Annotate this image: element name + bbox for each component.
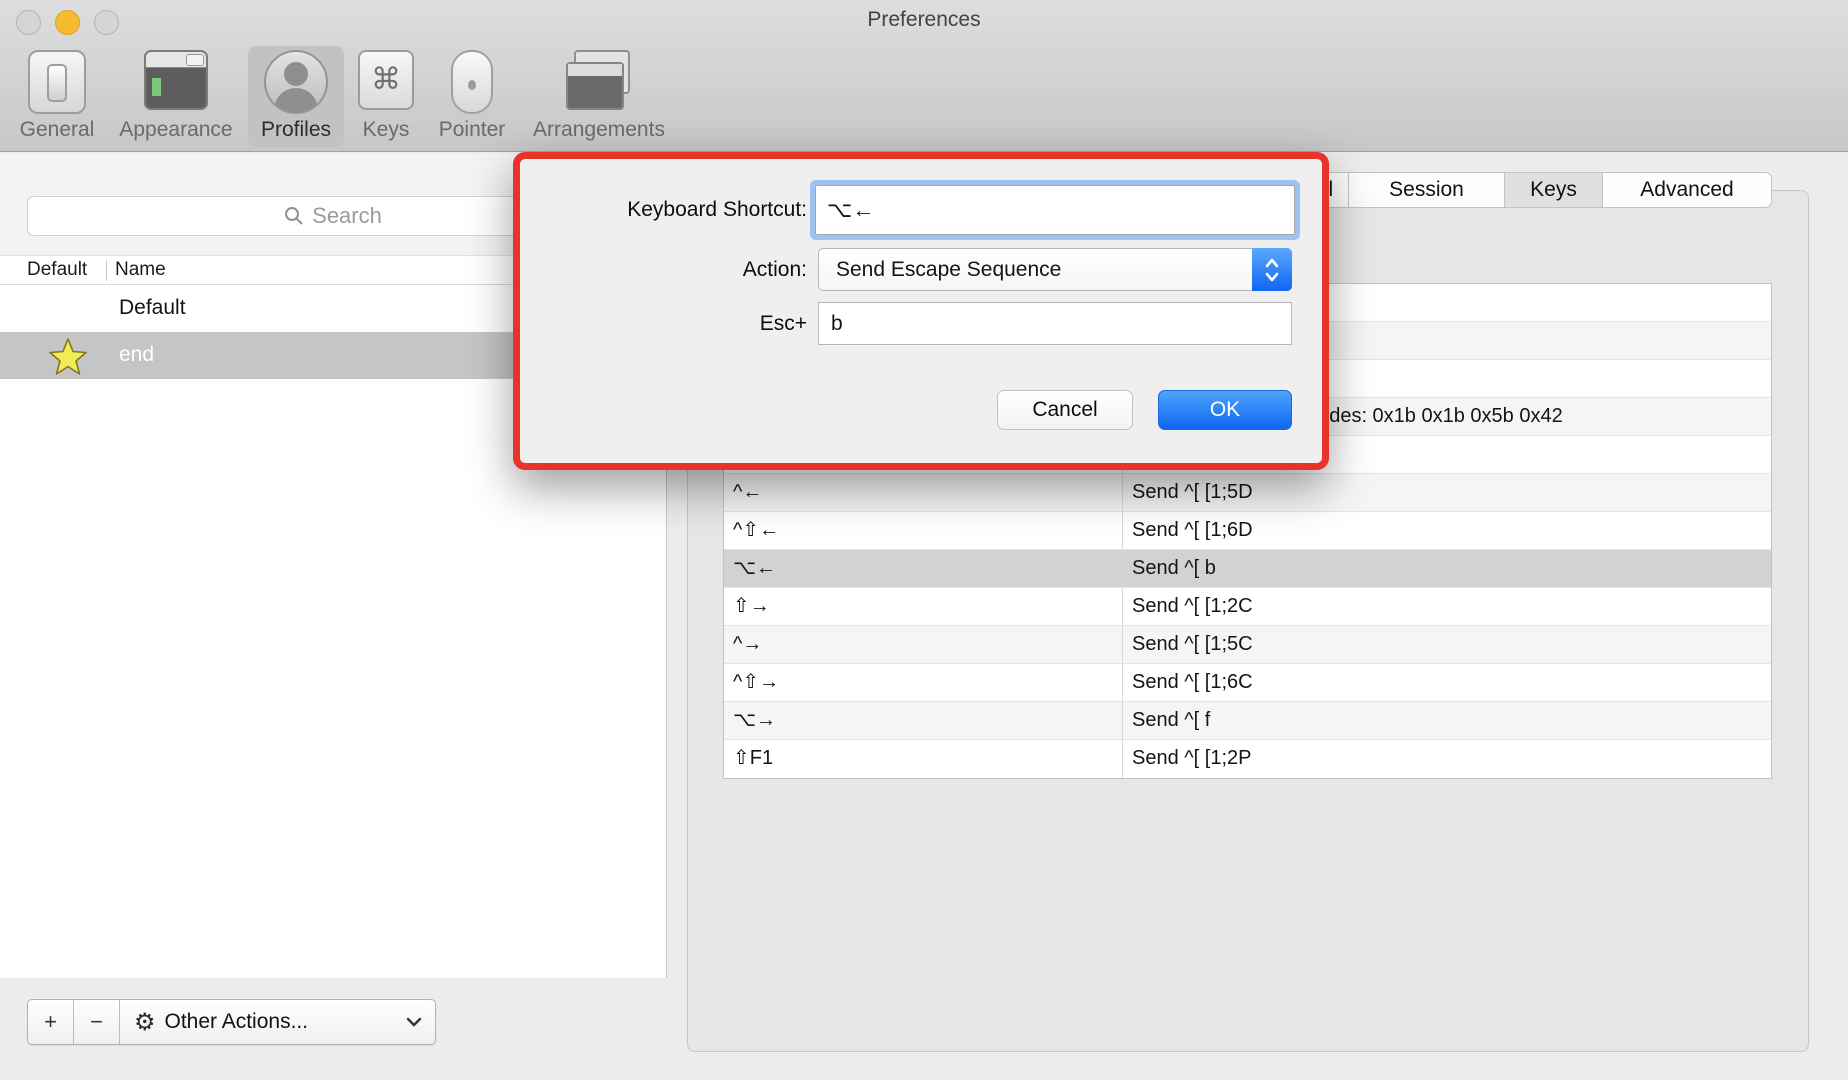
search-placeholder: Search [312,203,382,229]
action-cell: Send ^[ [1;2C [1123,588,1771,625]
table-row[interactable]: ^⇧← Send ^[ [1;6D [724,512,1771,550]
action-select[interactable]: Send Escape Sequence [818,248,1292,291]
tab-keys[interactable]: Keys [1504,172,1603,208]
tab-session[interactable]: Session [1348,172,1505,208]
cancel-button[interactable]: Cancel [997,390,1133,430]
remove-profile-button[interactable]: − [74,1000,120,1044]
action-cell: Send ^[ [1;5C [1123,626,1771,663]
key-combination-cell: ⌥→ [724,702,1123,739]
table-row[interactable]: ⇧→ Send ^[ [1;2C [724,588,1771,626]
column-name[interactable]: Name [115,259,166,281]
general-icon [28,50,86,114]
key-combination-cell: ^⇧→ [724,664,1123,701]
table-row[interactable]: ⌥→ Send ^[ f [724,702,1771,740]
chevron-down-icon [406,1017,422,1027]
table-row[interactable]: ^← Send ^[ [1;5D [724,474,1771,512]
key-combination-cell: ⇧F1 [724,740,1123,778]
column-default[interactable]: Default [27,259,87,281]
key-combination-cell: ⇧→ [724,588,1123,625]
action-cell: Send ^[ b [1123,550,1771,587]
key-combination-cell: ^⇧← [724,512,1123,549]
gear-icon: ⚙ [134,1008,156,1037]
action-label: Action: [520,248,807,291]
tab-advanced[interactable]: Advanced [1602,172,1772,208]
esc-sequence-input[interactable]: b [818,302,1292,345]
add-profile-button[interactable]: + [28,1000,74,1044]
table-row[interactable]: ⇧F1 Send ^[ [1;2P [724,740,1771,778]
other-actions-menu[interactable]: ⚙ Other Actions... [120,1000,435,1044]
key-combination-cell: ^← [724,474,1123,511]
keyboard-shortcut-input[interactable]: ⌥← [815,185,1295,235]
default-star-icon [48,336,88,382]
action-cell: Send ^[ [1;6D [1123,512,1771,549]
stepper-arrows-icon [1252,248,1292,291]
ok-button[interactable]: OK [1158,390,1292,430]
pointer-icon [451,50,493,114]
key-combination-cell: ^→ [724,626,1123,663]
table-row[interactable]: ⌥← Send ^[ b [724,550,1771,588]
search-icon [284,206,304,226]
action-cell: Send ^[ f [1123,702,1771,739]
key-combination-cell: ⌥← [724,550,1123,587]
window-title: Preferences [0,8,1848,32]
table-row[interactable]: ^→ Send ^[ [1;5C [724,626,1771,664]
profile-actions-control: + − ⚙ Other Actions... [27,999,436,1045]
action-cell: Send ^[ [1;6C [1123,664,1771,701]
arrangements-icon [566,50,632,112]
esc-label: Esc+ [520,302,807,345]
action-cell: Send ^[ [1;2P [1123,740,1771,778]
keyboard-shortcut-label: Keyboard Shortcut: [520,185,807,235]
action-cell: Send ^[ [1;5D [1123,474,1771,511]
toolbar-item-arrangements[interactable]: Arrangements [524,48,674,148]
appearance-icon [144,50,208,110]
keyboard-shortcut-dialog: Keyboard Shortcut: ⌥← Action: Send Escap… [513,152,1329,470]
table-row[interactable]: ^⇧→ Send ^[ [1;6C [724,664,1771,702]
titlebar: Preferences General Appearance Profiles … [0,0,1848,152]
